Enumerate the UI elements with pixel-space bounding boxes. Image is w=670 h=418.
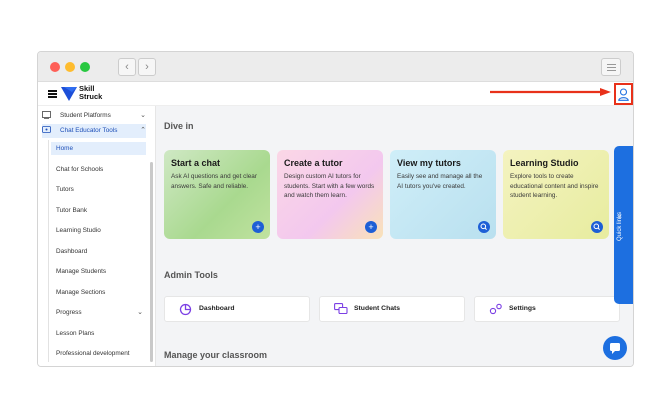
sidebar-group-student-platforms[interactable]: Student Platforms ⌄ (42, 109, 146, 123)
plus-icon[interactable]: + (365, 221, 377, 233)
logo-text: Skill Struck (79, 84, 103, 101)
tool-label: Dashboard (199, 305, 235, 312)
sidebar-item-lesson-plans[interactable]: Lesson Plans (51, 327, 146, 340)
card-description: Easily see and manage all the AI tutors … (397, 173, 483, 190)
chat-icon (42, 126, 51, 133)
monitor-icon (42, 111, 51, 119)
sidebar-item-tutor-bank[interactable]: Tutor Bank (51, 204, 146, 217)
chevron-left-icon: ‹ (125, 61, 129, 73)
card-title: Learning Studio (510, 158, 579, 168)
sidebar-item-chat-for-schools[interactable]: Chat for Schools (51, 163, 146, 176)
maximize-window-button[interactable] (80, 62, 90, 72)
tool-label: Settings (509, 305, 536, 312)
browser-window: ‹ › Skill Struck Student Platforms ⌄ Cha… (37, 51, 634, 367)
sidebar-item-home[interactable]: Home (51, 142, 146, 155)
plus-icon[interactable]: + (252, 221, 264, 233)
chevron-up-icon: ⌃ (140, 127, 146, 134)
sidebar-group-chat-educator-tools[interactable]: Chat Educator Tools ⌃ (42, 124, 146, 138)
sidebar-item-professional-development[interactable]: Professional development (51, 347, 146, 360)
chat-bubbles-icon (334, 303, 348, 315)
minimize-window-button[interactable] (65, 62, 75, 72)
card-title: Start a chat (171, 158, 221, 168)
sidebar-item-label: Progress (56, 309, 82, 316)
card-title: Create a tutor (284, 158, 343, 168)
main-content: Dive in Start a chat Ask AI questions an… (156, 106, 633, 366)
sidebar-item-manage-sections[interactable]: Manage Sections (51, 286, 146, 299)
sidebar-scrollbar[interactable] (150, 162, 153, 362)
view-tutors-card[interactable]: View my tutors Easily see and manage all… (390, 150, 496, 239)
forward-button[interactable]: › (138, 58, 156, 76)
quick-links-tab[interactable]: « Quick links (614, 146, 633, 304)
back-button[interactable]: ‹ (118, 58, 136, 76)
tool-label: Student Chats (354, 305, 401, 312)
dive-in-heading: Dive in (164, 121, 194, 131)
search-icon[interactable] (478, 221, 490, 233)
chevron-down-icon: ⌄ (140, 112, 146, 119)
title-bar: ‹ › (38, 52, 633, 82)
create-tutor-card[interactable]: Create a tutor Design custom AI tutors f… (277, 150, 383, 239)
card-title: View my tutors (397, 158, 461, 168)
red-arrow-annotation (490, 88, 611, 96)
sidebar-item-tutors[interactable]: Tutors (51, 183, 146, 196)
sidebar-item-progress[interactable]: Progress ⌄ (51, 306, 146, 319)
sidebar-item-dashboard[interactable]: Dashboard (51, 245, 146, 258)
sidebar-tree-line (48, 140, 49, 362)
sidebar: Student Platforms ⌄ Chat Educator Tools … (38, 106, 156, 366)
settings-icon (489, 303, 502, 315)
quick-links-label: Quick links (617, 211, 623, 241)
dashboard-icon (179, 303, 192, 316)
start-chat-card[interactable]: Start a chat Ask AI questions and get cl… (164, 150, 270, 239)
admin-dashboard-button[interactable]: Dashboard (164, 296, 310, 322)
chat-bubble-icon (610, 343, 620, 354)
close-window-button[interactable] (50, 62, 60, 72)
admin-tools-heading: Admin Tools (164, 270, 218, 280)
logo-icon (61, 87, 77, 101)
hamburger-menu-icon[interactable] (48, 90, 57, 98)
search-icon[interactable] (591, 221, 603, 233)
card-description: Explore tools to create educational cont… (510, 173, 599, 200)
learning-studio-card[interactable]: Learning Studio Explore tools to create … (503, 150, 609, 239)
browser-menu-button[interactable] (601, 58, 621, 76)
chevron-down-icon: ⌄ (137, 309, 143, 316)
card-description: Ask AI questions and get clear answers. … (171, 173, 257, 190)
admin-settings-button[interactable]: Settings (474, 296, 620, 322)
sidebar-item-manage-students[interactable]: Manage Students (51, 265, 146, 278)
sidebar-item-learning-studio[interactable]: Learning Studio (51, 224, 146, 237)
admin-student-chats-button[interactable]: Student Chats (319, 296, 465, 322)
user-icon (618, 88, 629, 101)
card-description: Design custom AI tutors for students. St… (284, 173, 375, 200)
chevron-right-icon: › (145, 61, 149, 73)
profile-button[interactable] (614, 83, 633, 105)
chat-support-button[interactable] (603, 336, 627, 360)
manage-classroom-heading: Manage your classroom (164, 350, 268, 360)
